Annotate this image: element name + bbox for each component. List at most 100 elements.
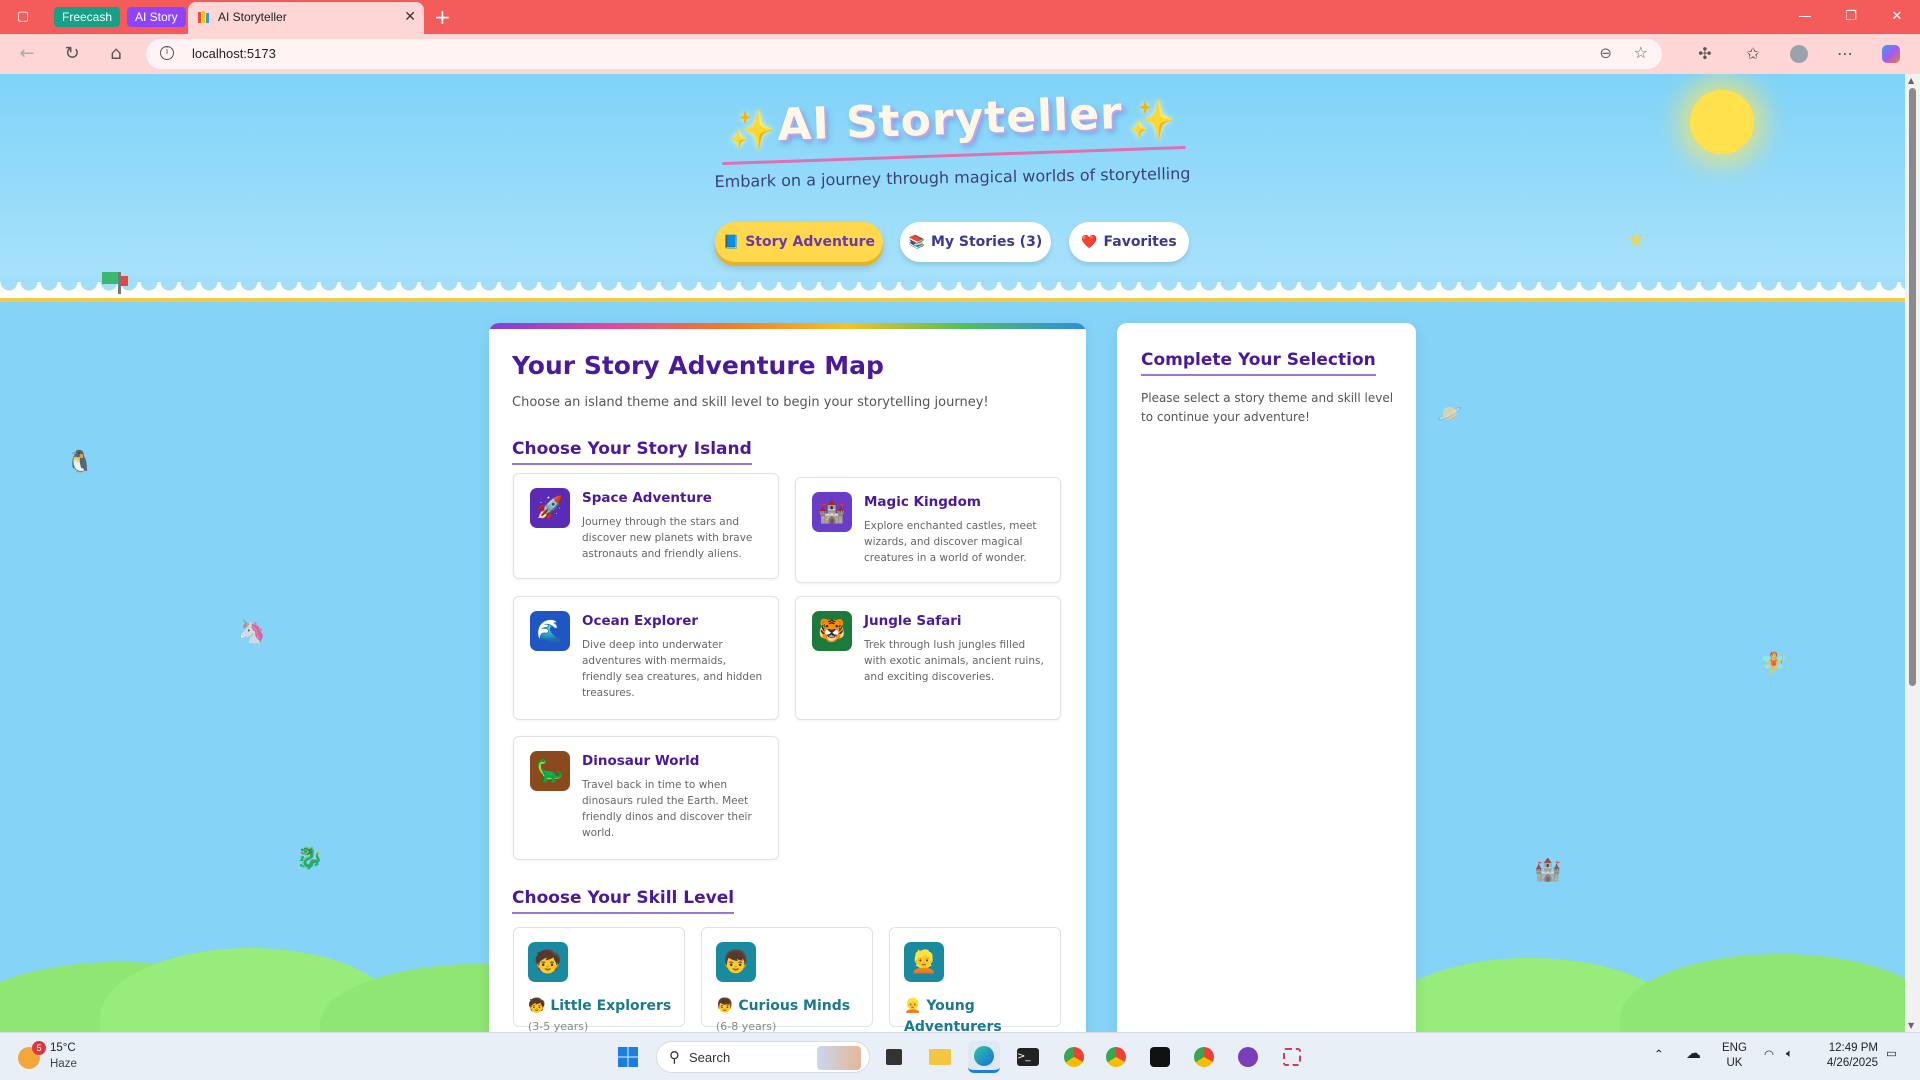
skill-age: (6-8 years) [716, 1020, 777, 1032]
restore-icon[interactable]: ❐ [1828, 0, 1874, 34]
islands-heading: Choose Your Story Island [512, 439, 752, 465]
weather-widget[interactable]: 5 15°C Haze [16, 1041, 126, 1073]
windows-icon [618, 1047, 638, 1067]
profile-icon[interactable] [1788, 43, 1810, 65]
favorites-icon[interactable]: ✩ [1742, 43, 1764, 65]
skill-name: 👦 Curious Minds [716, 998, 851, 1014]
window-controls: — ❐ ✕ [1782, 0, 1920, 34]
home-icon[interactable]: ⌂ [105, 43, 127, 65]
island-name: Space Adventure [582, 490, 712, 506]
back-icon[interactable]: ← [16, 43, 38, 65]
books-icon [198, 11, 209, 23]
active-tab[interactable]: AI Storyteller ✕ [188, 2, 424, 34]
more-menu-icon[interactable]: ⋯ [1834, 43, 1856, 65]
tab-actions-icon[interactable]: ▢ [12, 7, 34, 27]
snipping-tool-icon[interactable] [1276, 1041, 1308, 1073]
pinned-tab-ai-story[interactable]: AI Story [127, 7, 186, 27]
skill-age: (3-5 years) [528, 1020, 589, 1032]
scroll-up-icon[interactable]: ▲ [1908, 76, 1914, 85]
fairy-decoration-icon: 🧚 [1760, 652, 1788, 677]
windows-taskbar: 5 15°C Haze ⚲ Search >_ ⌃ ☁ ENG UK ◠ 🔈︎ 1… [0, 1032, 1920, 1080]
unicorn-decoration-icon: 🦄 [238, 620, 266, 645]
favorite-star-icon[interactable]: ☆ [1634, 43, 1648, 62]
scrollbar-thumb[interactable] [1909, 88, 1916, 686]
refresh-icon[interactable]: ↻ [61, 43, 83, 65]
island-description: Travel back in time to when dinosaurs ru… [582, 779, 752, 839]
file-explorer-icon[interactable] [924, 1041, 956, 1073]
island-ocean-explorer[interactable]: 🌊 Ocean Explorer Dive deep into underwat… [513, 596, 779, 720]
island-jungle-safari[interactable]: 🐯 Jungle Safari Trek through lush jungle… [795, 596, 1061, 720]
skill-little-explorers[interactable]: 🧒 🧒 Little Explorers (3-5 years) [513, 927, 685, 1032]
page-viewport: ✨ AI Storyteller ✨ Embark on a journey t… [0, 74, 1905, 1032]
app-icon[interactable] [1144, 1041, 1176, 1073]
volume-icon[interactable]: 🔈︎ [1786, 1047, 1793, 1062]
nav-favorites[interactable]: ❤️ Favorites [1069, 222, 1189, 262]
island-magic-kingdom[interactable]: 🏰 Magic Kingdom Explore enchanted castle… [795, 477, 1061, 583]
selection-text: Please select a story theme and skill le… [1141, 391, 1394, 424]
heart-icon: ❤️ [1081, 234, 1098, 250]
page-scrollbar[interactable]: ▲ ▼ [1905, 74, 1920, 1032]
minimize-icon[interactable]: — [1782, 0, 1828, 34]
dinosaur-icon: 🦕 [530, 751, 570, 791]
search-label: Search [689, 1050, 731, 1065]
flag-icon [102, 272, 118, 284]
wave-icon: 🌊 [530, 611, 570, 651]
nav-label: My Stories (3) [930, 234, 1043, 250]
site-info-icon[interactable]: i [160, 46, 174, 60]
rocket-icon: 🚀 [530, 488, 570, 528]
address-bar[interactable]: i localhost:5173 ⊖ ☆ [146, 39, 1662, 69]
island-space-adventure[interactable]: 🚀 Space Adventure Journey through the st… [513, 473, 779, 579]
close-tab-icon[interactable]: ✕ [404, 9, 416, 25]
chrome-icon[interactable] [1058, 1041, 1090, 1073]
taskbar-search[interactable]: ⚲ Search [656, 1041, 870, 1073]
language-indicator[interactable]: ENG UK [1722, 1041, 1747, 1071]
notifications-icon[interactable]: ▭ [1886, 1047, 1897, 1062]
url-text[interactable]: localhost:5173 [192, 46, 276, 61]
nav-story-adventure[interactable]: 📘 Story Adventure [715, 222, 883, 262]
edge-icon[interactable] [968, 1041, 1000, 1073]
copilot-icon[interactable] [1880, 43, 1902, 65]
nav-label: Favorites [1103, 234, 1177, 250]
new-tab-button[interactable]: + [434, 5, 451, 29]
skill-name: 🧒 Little Explorers [528, 998, 672, 1014]
close-window-icon[interactable]: ✕ [1874, 0, 1920, 34]
nav-my-stories[interactable]: 📚 My Stories (3) [900, 222, 1051, 262]
scalloped-border-line [0, 298, 1905, 302]
chrome-alt-icon[interactable] [1188, 1041, 1220, 1073]
skill-young-adventurers[interactable]: 👱 👱 Young Adventurers [889, 927, 1061, 1032]
browser-tab-bar: ▢ Freecash AI Story AI Storyteller ✕ + —… [0, 0, 1920, 34]
terminal-icon[interactable]: >_ [1012, 1041, 1044, 1073]
castle-icon: 🏰 [812, 492, 852, 532]
clock[interactable]: 12:49 PM 4/26/2025 [1820, 1041, 1878, 1071]
wifi-icon[interactable]: ◠ [1764, 1048, 1774, 1063]
scroll-down-icon[interactable]: ▼ [1908, 1021, 1914, 1030]
page-title: Your Story Adventure Map [512, 351, 884, 380]
selection-title: Complete Your Selection [1141, 350, 1376, 376]
island-name: Ocean Explorer [582, 613, 699, 629]
hill-decoration [1620, 954, 1905, 1032]
onedrive-icon[interactable]: ☁ [1686, 1046, 1701, 1061]
chrome-profile-icon[interactable] [1100, 1041, 1132, 1073]
task-view-icon[interactable] [878, 1041, 910, 1073]
zoom-icon[interactable]: ⊖ [1599, 44, 1612, 62]
island-description: Dive deep into underwater adventures wit… [582, 639, 763, 699]
planet-decoration-icon: 🪐 [1436, 402, 1464, 427]
penguin-decoration-icon: 🐧 [66, 450, 94, 475]
island-name: Jungle Safari [864, 613, 962, 629]
search-highlight-image [817, 1046, 861, 1070]
rainbow-strip [489, 323, 1086, 329]
github-desktop-icon[interactable] [1232, 1041, 1264, 1073]
selection-summary-card: Complete Your Selection Please select a … [1117, 323, 1416, 1032]
page-intro: Choose an island theme and skill level t… [512, 395, 989, 410]
weather-temp: 15°C [50, 1042, 76, 1054]
start-button[interactable] [612, 1041, 644, 1073]
site-subtitle: Embark on a journey through magical worl… [714, 163, 1191, 192]
island-name: Magic Kingdom [864, 494, 981, 510]
pinned-tab-freecash[interactable]: Freecash [54, 7, 121, 27]
show-hidden-icons[interactable]: ⌃ [1654, 1048, 1664, 1063]
extensions-icon[interactable]: ✣ [1694, 43, 1716, 65]
skill-curious-minds[interactable]: 👦 👦 Curious Minds (6-8 years) [701, 927, 873, 1032]
skills-heading: Choose Your Skill Level [512, 888, 735, 914]
island-dinosaur-world[interactable]: 🦕 Dinosaur World Travel back in time to … [513, 736, 779, 860]
island-description: Trek through lush jungles filled with ex… [864, 639, 1044, 683]
